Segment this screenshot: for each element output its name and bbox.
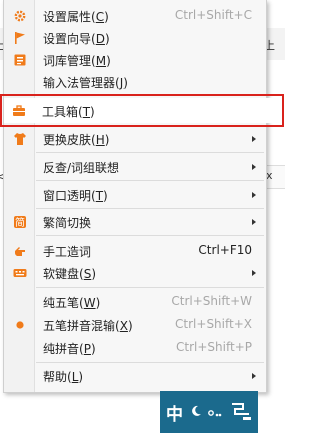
menu-item-label: 手工造词 <box>43 245 92 259</box>
menu-item-shortcut: Ctrl+Shift+X <box>175 317 252 331</box>
menu-item-dictionary-manager[interactable]: 词库管理(M) <box>4 48 266 72</box>
ime-status-bar[interactable]: 中 <box>160 391 258 433</box>
menu-item-label: 繁简切换 <box>43 216 92 230</box>
menu-item-mnemonic: W <box>83 296 96 310</box>
menu-item-label: 窗口透明 <box>43 189 92 203</box>
menu-item-label: 软键盘 <box>43 267 80 281</box>
menu-item-mnemonic: S <box>83 267 92 281</box>
menu-item-label: 设置向导 <box>43 32 92 46</box>
submenu-arrow-icon <box>252 192 256 198</box>
hand-icon <box>13 244 27 258</box>
submenu-arrow-icon <box>252 373 256 379</box>
menu-item-mnemonic: X <box>119 319 128 333</box>
punctuation-icon[interactable] <box>207 404 227 421</box>
menu-item-label: 输入法管理器 <box>43 76 116 90</box>
menu-separator <box>36 362 264 363</box>
menu-item-manual-word[interactable]: 手工造词 Ctrl+F10 <box>4 239 266 263</box>
menu-item-mnemonic: T <box>95 189 104 203</box>
menu-item-wubi-pinyin-mixed[interactable]: 五笔拼音混输(X) Ctrl+Shift+X <box>4 313 266 337</box>
ime-context-menu: 设置属性(C) Ctrl+Shift+C 设置向导(D) 词库管理(M) 输入法… <box>3 0 267 393</box>
menu-item-window-transparency[interactable]: 窗口透明(T) <box>4 183 266 207</box>
menu-item-shortcut: Ctrl+Shift+P <box>176 340 252 354</box>
menu-item-label: 五笔拼音混输 <box>43 319 116 333</box>
menu-separator <box>36 287 264 288</box>
svg-text:简: 简 <box>15 216 25 229</box>
menu-item-traditional-simplified[interactable]: 简 繁简切换 <box>4 210 266 234</box>
menu-item-pure-pinyin[interactable]: 纯拼音(P) Ctrl+Shift+P <box>4 336 266 360</box>
softkeyboard-icon[interactable] <box>229 400 253 425</box>
shirt-icon <box>13 132 27 146</box>
menu-item-soft-keyboard[interactable]: 软键盘(S) <box>4 261 266 285</box>
menu-item-toolbox[interactable]: 工具箱(T) <box>3 99 265 123</box>
menu-item-shortcut: Ctrl+Shift+C <box>174 8 252 22</box>
menu-item-label: 反查/词组联想 <box>43 161 120 175</box>
menu-item-label: 纯拼音 <box>43 342 80 356</box>
menu-item-label: 设置属性 <box>43 10 92 24</box>
menu-item-settings[interactable]: 设置属性(C) Ctrl+Shift+C <box>4 4 266 28</box>
menu-item-mnemonic: P <box>83 342 91 356</box>
keyboard-icon <box>13 266 27 280</box>
menu-item-change-skin[interactable]: 更换皮肤(H) <box>4 127 266 151</box>
menu-separator <box>36 235 264 236</box>
menu-item-mnemonic: D <box>95 32 105 46</box>
submenu-arrow-icon <box>252 270 256 276</box>
half-moon-icon[interactable] <box>189 404 203 421</box>
dictionary-icon <box>13 53 27 67</box>
menu-item-help[interactable]: 帮助(L) <box>4 364 266 388</box>
menu-item-shortcut: Ctrl+Shift+W <box>171 294 252 308</box>
menu-separator <box>36 208 264 209</box>
menu-item-shortcut: Ctrl+F10 <box>198 243 252 257</box>
menu-item-mnemonic: M <box>95 54 107 68</box>
menu-item-ime-manager[interactable]: 输入法管理器(J) <box>4 70 266 94</box>
flag-icon <box>13 31 27 45</box>
menu-item-mnemonic: T <box>82 105 91 119</box>
menu-item-reverse-lookup[interactable]: 反查/词组联想 <box>4 155 266 179</box>
menu-item-label: 帮助 <box>43 370 68 384</box>
menu-item-pure-wubi[interactable]: 纯五笔(W) Ctrl+Shift+W <box>4 290 266 314</box>
menu-item-label: 纯五笔 <box>43 296 80 310</box>
menu-item-label: 工具箱 <box>42 105 79 119</box>
toolbox-icon <box>12 104 26 118</box>
chinese-mode-toggle[interactable]: 中 <box>166 400 183 425</box>
menu-separator <box>36 152 264 153</box>
bullet-icon <box>13 318 27 332</box>
submenu-arrow-icon <box>252 164 256 170</box>
gear-icon <box>13 9 27 23</box>
menu-item-mnemonic: H <box>95 133 105 147</box>
submenu-arrow-icon <box>252 136 256 142</box>
menu-item-label: 更换皮肤 <box>43 133 92 147</box>
menu-item-label: 词库管理 <box>43 54 92 68</box>
menu-separator <box>36 180 264 181</box>
menu-item-mnemonic: J <box>119 76 124 90</box>
submenu-arrow-icon <box>252 219 256 225</box>
menu-item-setup-wizard[interactable]: 设置向导(D) <box>4 26 266 50</box>
traditional-simplified-icon: 简 <box>13 215 27 229</box>
menu-item-mnemonic: L <box>71 370 79 384</box>
menu-item-mnemonic: C <box>95 10 105 24</box>
